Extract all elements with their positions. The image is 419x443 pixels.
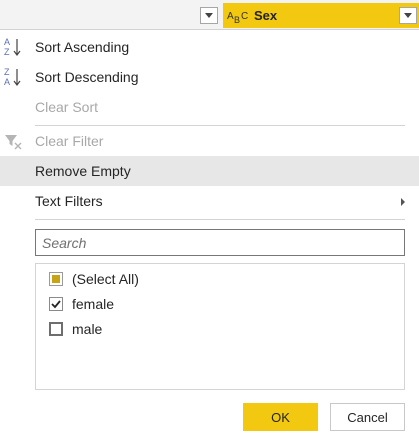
chevron-down-icon (205, 13, 213, 18)
svg-text:C: C (241, 11, 248, 22)
sort-descending-label: Sort Descending (35, 69, 139, 85)
svg-text:Z: Z (4, 47, 10, 57)
list-item-label: male (72, 321, 103, 337)
text-filters-menu-item[interactable]: Text Filters (0, 186, 419, 216)
remove-empty-label: Remove Empty (35, 163, 131, 179)
svg-text:B: B (234, 15, 240, 24)
clear-sort-label: Clear Sort (35, 99, 99, 115)
search-input[interactable] (36, 230, 404, 255)
column-header-bar: A B C Sex (0, 0, 419, 30)
column-filter-dropdown[interactable] (399, 7, 417, 24)
select-all-checkbox[interactable] (49, 272, 63, 286)
chevron-right-icon (401, 198, 405, 206)
checkmark-icon (51, 300, 61, 309)
list-item-label: (Select All) (72, 271, 139, 287)
ok-button[interactable]: OK (243, 403, 318, 431)
sort-descending-icon: Z A (4, 67, 21, 87)
chevron-down-icon (404, 13, 412, 18)
clear-filter-menu-item[interactable]: Clear Filter (0, 126, 419, 156)
list-item-female[interactable]: female (36, 293, 404, 317)
clear-filter-label: Clear Filter (35, 133, 104, 149)
sort-descending-menu-item[interactable]: Z A Sort Descending (0, 62, 419, 92)
svg-text:A: A (4, 37, 10, 47)
list-item-select-all[interactable]: (Select All) (36, 268, 404, 292)
male-checkbox[interactable] (49, 322, 63, 336)
sort-ascending-icon: A Z (4, 37, 21, 57)
sort-ascending-menu-item[interactable]: A Z Sort Ascending (0, 32, 419, 62)
search-field[interactable] (35, 229, 405, 256)
menu-divider (35, 219, 405, 220)
remove-empty-menu-item[interactable]: Remove Empty (0, 156, 419, 186)
sort-ascending-label: Sort Ascending (35, 39, 130, 55)
text-filters-label: Text Filters (35, 193, 103, 209)
column-name: Sex (254, 8, 278, 23)
text-type-icon: A B C (227, 11, 248, 24)
female-checkbox[interactable] (49, 297, 63, 311)
column-header-sex[interactable]: A B C Sex (223, 3, 419, 28)
clear-filter-icon (5, 135, 22, 150)
clear-sort-menu-item[interactable]: Clear Sort (0, 92, 419, 122)
svg-text:Z: Z (4, 67, 10, 77)
previous-column-filter-dropdown[interactable] (200, 7, 218, 24)
list-item-male[interactable]: male (36, 318, 404, 342)
list-item-label: female (72, 296, 115, 312)
svg-text:A: A (4, 77, 10, 87)
filter-values-list[interactable]: (Select All) female male (35, 263, 405, 390)
cancel-button[interactable]: Cancel (330, 403, 405, 431)
svg-text:A: A (227, 11, 234, 22)
